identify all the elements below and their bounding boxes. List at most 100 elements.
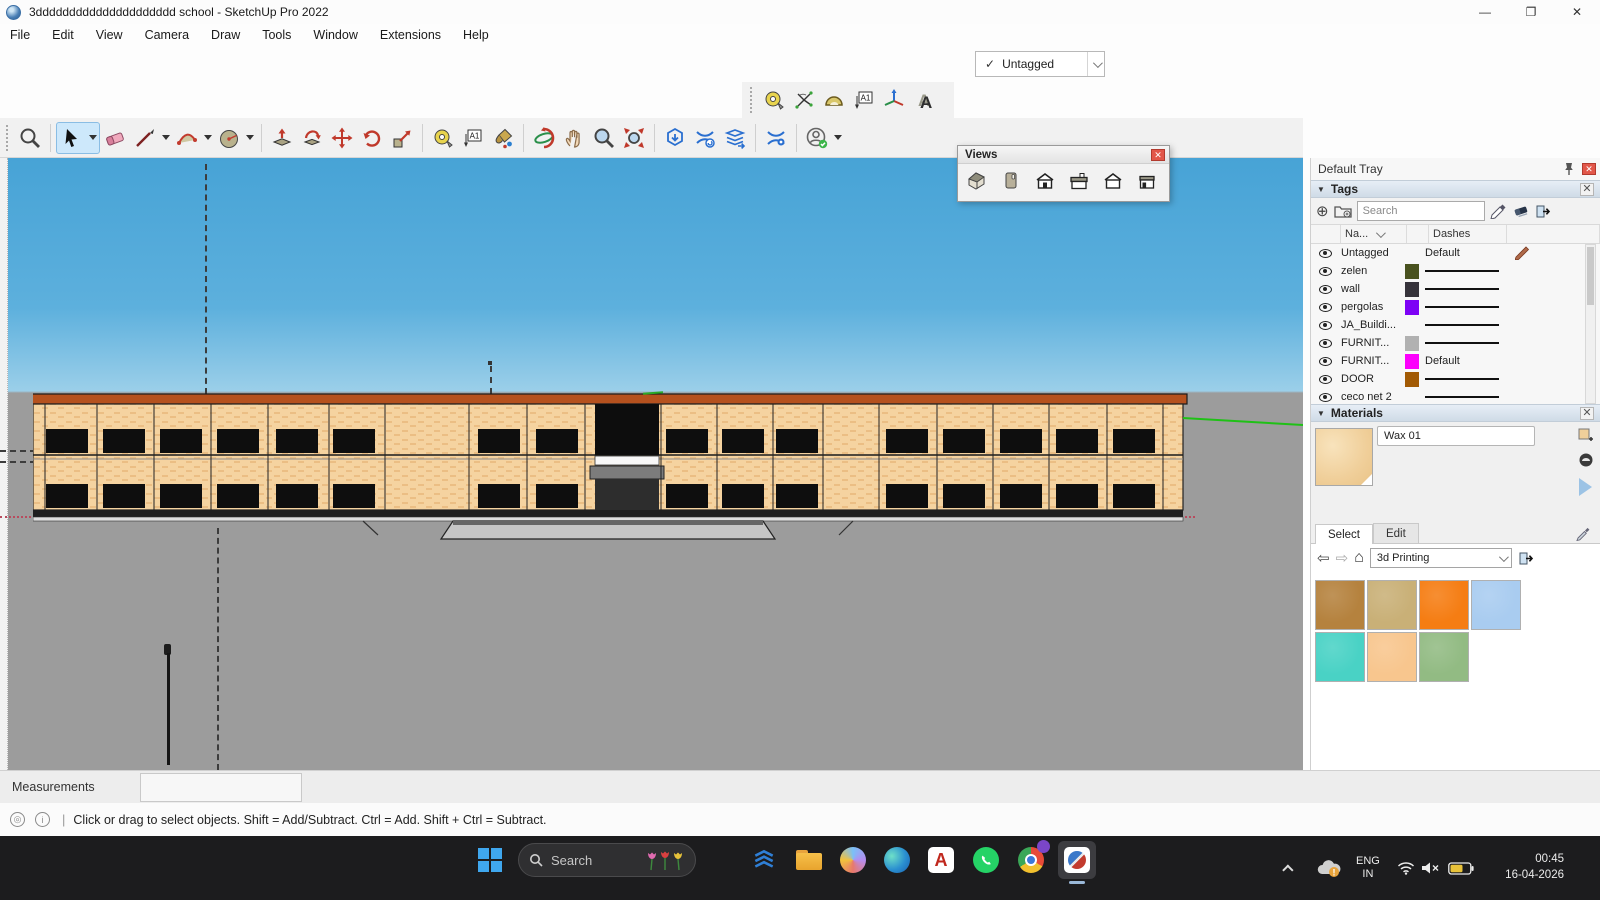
visibility-eye-icon[interactable] [1319,339,1332,348]
scale-icon[interactable] [387,123,417,153]
close-button[interactable]: ✕ [1554,0,1600,24]
follow-me-icon[interactable] [297,123,327,153]
tag-color-swatch[interactable] [1405,282,1419,297]
add-tag-icon[interactable]: ⊕ [1316,202,1329,220]
tag-dashes-cell[interactable] [1425,378,1503,380]
tags-scrollbar[interactable] [1585,244,1596,404]
rotate-icon[interactable] [357,123,387,153]
tag-color-swatch[interactable] [1405,318,1419,333]
visibility-eye-icon[interactable] [1319,285,1332,294]
chevron-down-icon[interactable] [1087,52,1104,76]
restore-button[interactable]: ❐ [1508,0,1554,24]
pan-icon[interactable] [559,123,589,153]
volume-muted-icon[interactable] [1421,836,1441,900]
model-viewport[interactable] [0,158,1303,770]
collapse-triangle-icon[interactable]: ▼ [1317,185,1325,194]
scrollbar-thumb[interactable] [1587,247,1594,305]
select-tool-caret[interactable] [87,123,99,153]
wifi-icon[interactable] [1397,836,1415,900]
visibility-eye-icon[interactable] [1319,357,1332,366]
onedrive-icon[interactable]: ! [1315,836,1341,900]
menu-camera[interactable]: Camera [145,28,189,42]
arc-tool-caret[interactable] [202,123,214,153]
protractor-icon[interactable] [819,85,849,115]
whatsapp-icon[interactable] [970,844,1002,876]
tag-name[interactable]: zelen [1341,265,1405,277]
create-material-icon[interactable] [1578,428,1594,444]
tag-name[interactable]: Untagged [1341,247,1405,259]
in-model-icon[interactable]: ⌂ [1354,549,1364,567]
tag-details-icon[interactable] [1535,204,1551,219]
taskbar-search[interactable]: Search [518,843,696,877]
tag-row[interactable]: wall [1311,280,1600,298]
text-icon[interactable]: A1 [849,85,879,115]
pin-icon[interactable] [1562,162,1576,176]
copilot-icon[interactable] [837,844,869,876]
tags-close-button[interactable]: ✕ [1580,183,1594,196]
line-tool-icon[interactable] [130,123,160,153]
sketchup-taskbar-icon[interactable] [1061,844,1093,876]
file-explorer-icon[interactable] [793,844,825,876]
move-icon[interactable] [327,123,357,153]
menu-edit[interactable]: Edit [52,28,74,42]
tag-color-swatch[interactable] [1405,390,1419,405]
menu-help[interactable]: Help [463,28,489,42]
tag-name[interactable]: ceco net 2 [1341,391,1405,403]
iso-view-button[interactable] [962,166,992,196]
views-close-button[interactable]: ✕ [1151,149,1165,161]
tag-color-swatch[interactable] [1405,372,1419,387]
tag-row[interactable]: FURNIT...Default [1311,352,1600,370]
tag-name[interactable]: JA_Buildi... [1341,319,1405,331]
tag-dashes-cell[interactable] [1425,324,1503,326]
material-swatch-light-blue[interactable] [1471,580,1521,630]
visibility-eye-icon[interactable] [1319,321,1332,330]
tape-measure-icon[interactable] [428,123,458,153]
tag-dashes-cell[interactable] [1425,270,1503,272]
tag-search-input[interactable]: Search [1357,201,1485,221]
toolbar-drag-handle[interactable] [750,87,753,113]
visibility-eye-icon[interactable] [1319,375,1332,384]
tag-dashes-cell[interactable]: Default [1425,355,1503,367]
tag-dashes-cell[interactable] [1425,342,1503,344]
geolocation-icon[interactable]: ◎ [10,812,25,827]
tag-dashes-cell[interactable] [1425,396,1503,398]
eyedropper-icon[interactable] [1576,525,1592,541]
material-swatch-sage-green[interactable] [1419,632,1469,682]
edit-tag-icon[interactable] [1490,203,1508,219]
forward-arrow-icon[interactable]: ⇨ [1336,549,1349,567]
tag-row[interactable]: DOOR [1311,370,1600,388]
dimension-icon[interactable] [789,85,819,115]
tag-dashes-cell[interactable] [1425,306,1503,308]
language-indicator[interactable]: ENGIN [1356,836,1380,900]
materials-close-button[interactable]: ✕ [1580,407,1594,420]
zoom-icon[interactable] [15,123,45,153]
line-tool-caret[interactable] [160,123,172,153]
start-button[interactable] [474,844,506,876]
visibility-eye-icon[interactable] [1319,303,1332,312]
top-view-button[interactable] [996,166,1026,196]
tag-name[interactable]: wall [1341,283,1405,295]
zoom-extents-icon[interactable] [619,123,649,153]
views-panel-titlebar[interactable]: Views ✕ [958,146,1169,164]
visibility-eye-icon[interactable] [1319,393,1332,402]
dimension-text-icon[interactable]: A1 [458,123,488,153]
material-preview[interactable] [1315,428,1373,486]
extension-warehouse-icon[interactable] [761,123,791,153]
tape-measure-icon[interactable] [759,85,789,115]
display-pane-icon[interactable] [1578,452,1594,468]
battery-icon[interactable] [1448,836,1474,900]
sample-paint-icon[interactable] [1579,478,1592,496]
share-component-icon[interactable] [720,123,750,153]
tag-color-swatch[interactable] [1405,336,1419,351]
tag-row[interactable]: pergolas [1311,298,1600,316]
material-collection-dropdown[interactable]: 3d Printing [1370,548,1512,568]
tag-dashes-cell[interactable]: Default [1425,247,1503,259]
toolbar-drag-handle[interactable] [6,125,9,151]
purge-tags-icon[interactable] [1513,203,1530,219]
menu-view[interactable]: View [96,28,123,42]
share-model-icon[interactable] [690,123,720,153]
materials-section-header[interactable]: ▼ Materials ✕ [1311,404,1600,422]
menu-window[interactable]: Window [313,28,357,42]
tag-color-swatch[interactable] [1405,246,1419,261]
chrome-icon[interactable] [1015,844,1047,876]
